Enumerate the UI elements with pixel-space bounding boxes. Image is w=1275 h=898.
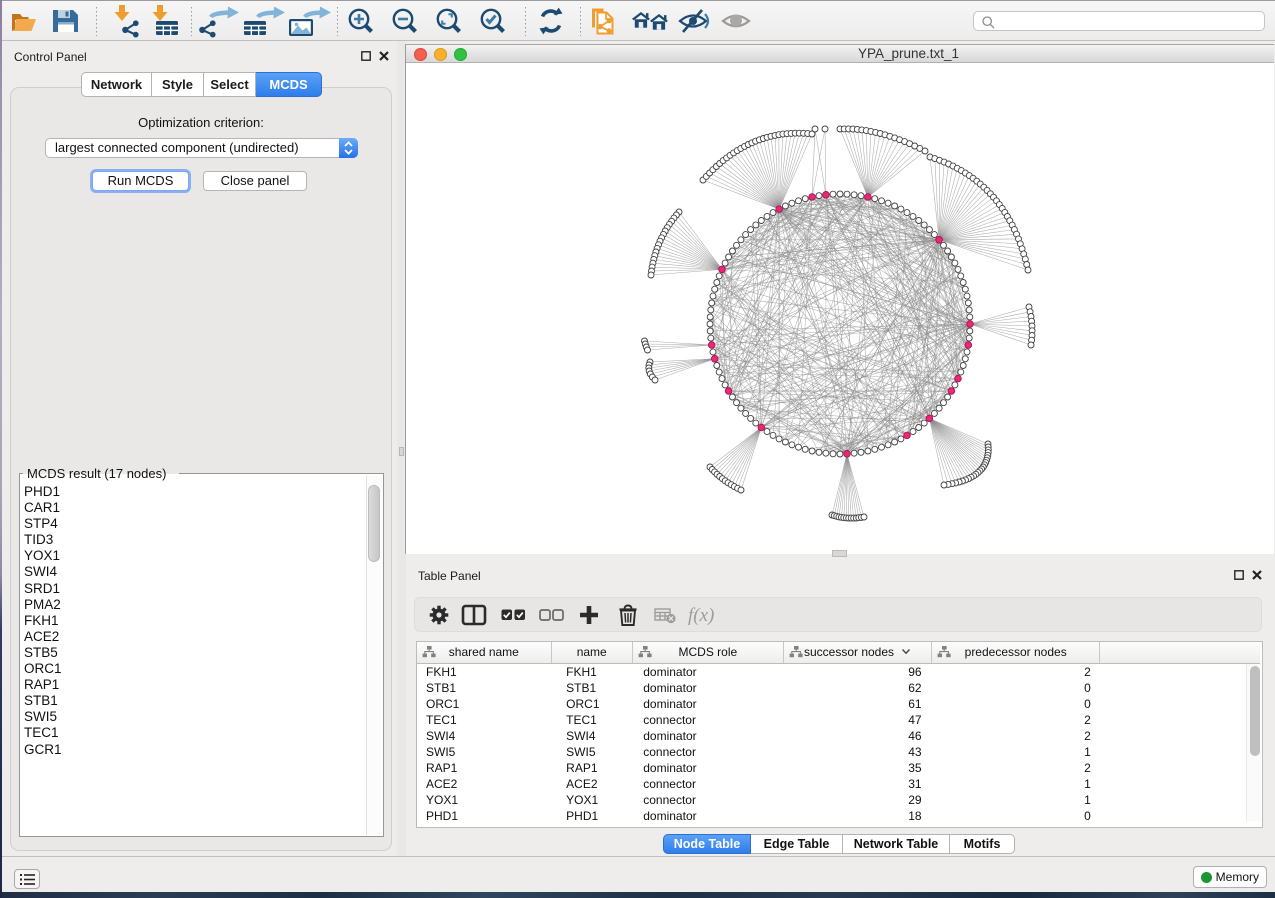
svg-text:f(x): f(x) (688, 605, 714, 626)
